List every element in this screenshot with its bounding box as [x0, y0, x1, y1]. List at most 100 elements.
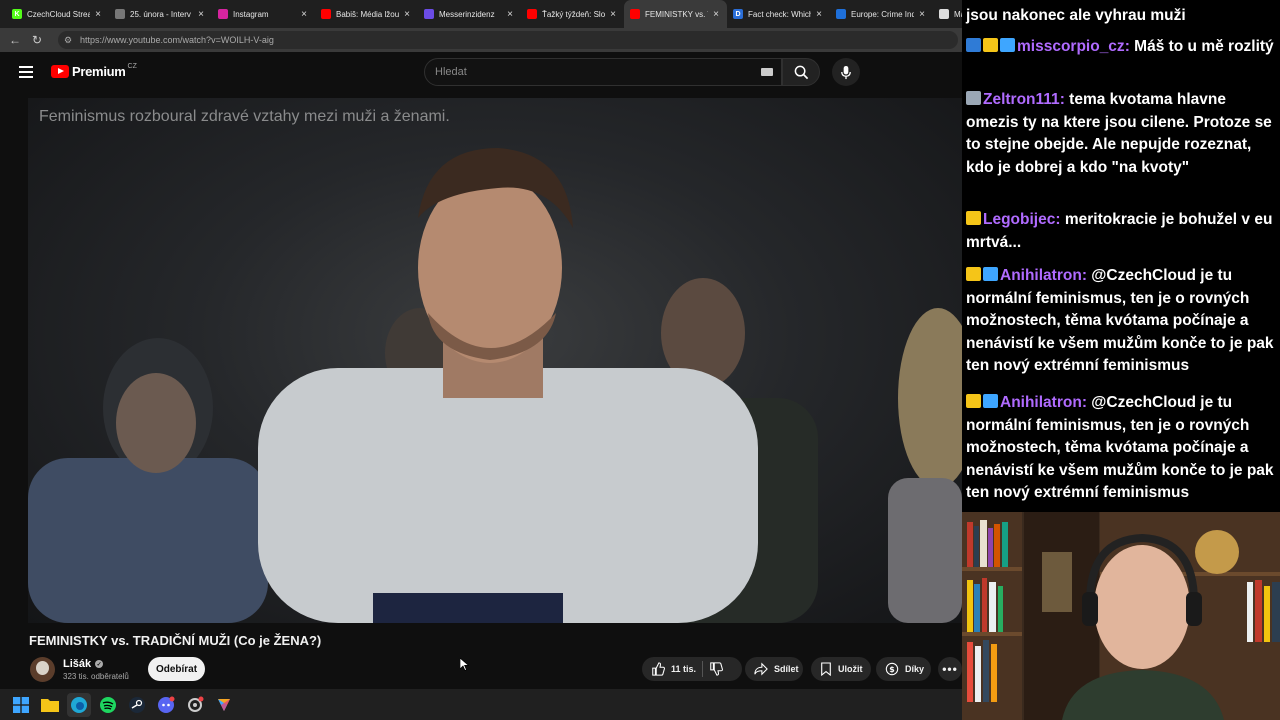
url-text: https://www.youtube.com/watch?v=WOILH-V-…: [80, 35, 274, 45]
browser-tab-bar: KCzechCloud Stream×25. února - Interv×In…: [0, 0, 962, 28]
close-tab-icon[interactable]: ×: [299, 9, 309, 20]
thanks-button[interactable]: $ Díky: [876, 657, 931, 681]
browser-tab[interactable]: D Fact check: Which ×: [727, 0, 830, 28]
dislike-icon[interactable]: [709, 662, 724, 676]
chat-message-partial: jsou nakonec ale vyhrau muži: [966, 5, 1274, 28]
voice-search-button[interactable]: [832, 58, 860, 86]
chat-message: Legobijec: meritokracie je bohužel v eu …: [966, 209, 1274, 254]
menu-icon[interactable]: [19, 66, 33, 78]
windows-start-icon[interactable]: [9, 693, 33, 717]
chat-username[interactable]: misscorpio_cz: [1017, 38, 1125, 55]
tab-label: Fact check: Which: [748, 9, 811, 19]
browser-tab[interactable]: K CzechCloud Stream×: [6, 0, 109, 28]
chat-badge-icon: [966, 91, 981, 105]
chat-message-text: Máš to u mě rozlitý: [1134, 38, 1274, 55]
browser-tab[interactable]: Messerinzidenz ×: [418, 0, 521, 28]
video-player[interactable]: Feminismus rozboural zdravé vztahy mezi …: [28, 98, 962, 623]
region-label: CZ: [127, 63, 137, 70]
divider: [702, 661, 704, 677]
browser-tab[interactable]: Europe: Crime Ind ×: [830, 0, 933, 28]
chat-separator: :: [1059, 91, 1070, 108]
chat-badge-icon: [983, 38, 998, 52]
share-icon: [754, 662, 768, 676]
keyboard-icon[interactable]: [761, 68, 773, 76]
chat-username[interactable]: Anihilatron: [1000, 394, 1082, 411]
chat-badge-icon: [966, 394, 981, 408]
tab-label: Instagram: [233, 9, 269, 19]
like-count[interactable]: 11 tis.: [671, 664, 696, 674]
close-tab-icon[interactable]: ×: [505, 9, 515, 20]
like-icon[interactable]: [651, 662, 665, 676]
browser-tab[interactable]: 25. února - Interv ×: [109, 0, 212, 28]
browser-tab[interactable]: Ma: [933, 0, 962, 28]
share-button[interactable]: Sdílet: [745, 657, 803, 681]
screen: KCzechCloud Stream×25. února - Interv×In…: [0, 0, 1280, 720]
browser-tab[interactable]: Ťažký týždeň: Slov ×: [521, 0, 624, 28]
chat-badge-icon: [1000, 38, 1015, 52]
chat-username[interactable]: Legobijec: [983, 211, 1055, 228]
close-tab-icon[interactable]: ×: [608, 9, 618, 20]
thanks-icon: $: [885, 662, 899, 676]
steam-icon[interactable]: [125, 693, 149, 717]
spotify-icon[interactable]: [96, 693, 120, 717]
chat-badge-icon: [966, 211, 981, 225]
chat-message: misscorpio_cz: Máš to u mě rozlitý: [966, 36, 1274, 59]
browser-tab[interactable]: Babiš: Média lžou ×: [315, 0, 418, 28]
search-input[interactable]: Hledat: [424, 58, 782, 86]
youtube-header: Premium CZ Hledat: [0, 52, 962, 92]
chat-message-text: jsou nakonec ale vyhrau muži: [966, 7, 1186, 24]
search-icon: [794, 65, 808, 79]
youtube-logo[interactable]: Premium CZ: [51, 63, 137, 79]
multicolor-app-icon[interactable]: [212, 693, 236, 717]
file-explorer-icon[interactable]: [38, 693, 62, 717]
settings-app-icon[interactable]: [183, 693, 207, 717]
close-tab-icon[interactable]: ×: [711, 9, 721, 20]
svg-text:$: $: [889, 665, 894, 674]
site-info-icon[interactable]: ⚙: [64, 35, 74, 46]
streamer-webcam: [962, 512, 1280, 720]
chat-badge-icon: [966, 38, 981, 52]
thanks-label: Díky: [905, 664, 925, 674]
browser-tab[interactable]: Instagram ×: [212, 0, 315, 28]
chat-username[interactable]: Zeltron111: [983, 91, 1060, 108]
back-icon[interactable]: ←: [6, 31, 24, 49]
close-tab-icon[interactable]: ×: [814, 9, 824, 20]
browser-tab[interactable]: FEMINISTKY vs. TR×: [624, 0, 727, 28]
chat-message: Zeltron111: tema kvotama hlavne omezis t…: [966, 89, 1274, 179]
windows-taskbar: [0, 689, 962, 720]
channel-name[interactable]: Lišák ✓: [63, 658, 104, 670]
tab-label: Europe: Crime Ind: [851, 9, 914, 19]
tab-favicon-icon: [630, 9, 640, 19]
reload-icon[interactable]: ↻: [28, 31, 46, 49]
tab-favicon-icon: D: [733, 9, 743, 19]
video-frame-image: [28, 148, 962, 623]
chat-separator: :: [1124, 38, 1135, 55]
tab-label: Babiš: Média lžou: [336, 9, 399, 19]
tab-favicon-icon: [321, 9, 331, 19]
stream-chat-panel: jsou nakonec ale vyhrau muži misscorpio_…: [962, 0, 1280, 512]
url-field[interactable]: ⚙ https://www.youtube.com/watch?v=WOILH-…: [58, 31, 958, 49]
close-tab-icon[interactable]: ×: [93, 9, 103, 20]
chat-username[interactable]: Anihilatron: [1000, 267, 1082, 284]
webcam-image: [962, 512, 1280, 720]
tab-label: 25. února - Interv: [130, 9, 191, 19]
close-tab-icon[interactable]: ×: [917, 9, 927, 20]
chat-separator: :: [1081, 267, 1092, 284]
verified-icon: ✓: [95, 660, 104, 668]
close-tab-icon[interactable]: ×: [196, 9, 206, 20]
discord-icon[interactable]: [154, 693, 178, 717]
chat-badge-icon: [983, 394, 998, 408]
save-button[interactable]: Uložit: [811, 657, 871, 681]
subscribe-button[interactable]: Odebírat: [148, 657, 205, 681]
edge-browser-icon[interactable]: [67, 692, 91, 717]
mouse-cursor-icon: [460, 658, 469, 671]
more-actions-button[interactable]: •••: [938, 657, 962, 681]
youtube-play-icon: [51, 65, 69, 78]
channel-avatar[interactable]: [30, 657, 55, 682]
tab-favicon-icon: [527, 9, 537, 19]
bookmark-icon: [821, 662, 831, 676]
close-tab-icon[interactable]: ×: [402, 9, 412, 20]
chat-badge-icon: [983, 267, 998, 281]
chat-message: Anihilatron: @CzechCloud je tu normální …: [966, 265, 1274, 378]
search-button[interactable]: [782, 58, 820, 86]
